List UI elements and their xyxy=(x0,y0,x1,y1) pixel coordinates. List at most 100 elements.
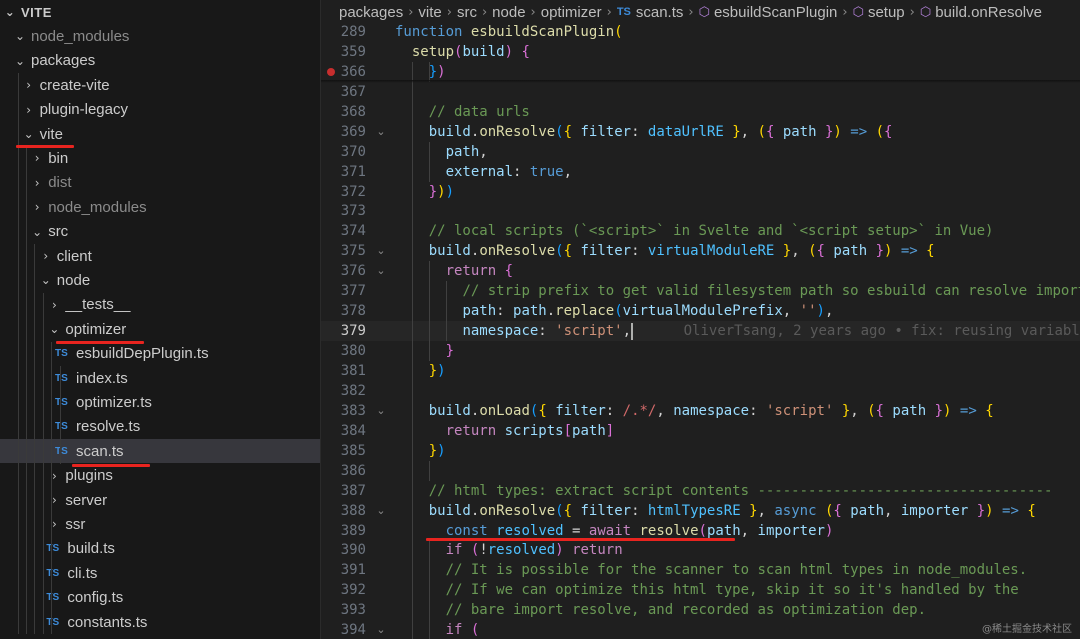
folder-item[interactable]: › ssr xyxy=(0,512,320,536)
code-line[interactable]: 289 function esbuildScanPlugin( xyxy=(321,22,1080,42)
chevron-right-icon: › xyxy=(34,151,40,166)
code-line[interactable]: 390 if (!resolved) return xyxy=(321,540,1080,560)
code-line[interactable]: 377 // strip prefix to get valid filesys… xyxy=(321,281,1080,301)
code-token: . xyxy=(546,303,556,320)
code-token: : xyxy=(631,502,648,519)
folder-item[interactable]: › plugin-legacy xyxy=(0,98,320,122)
chevron-down-icon: ⌄ xyxy=(14,29,26,44)
code-line[interactable]: 381 }) xyxy=(321,361,1080,381)
folder-item[interactable]: › __tests__ xyxy=(0,293,320,317)
folder-item[interactable]: › server xyxy=(0,488,320,512)
code-token: , xyxy=(791,243,809,260)
breadcrumb-symbol[interactable]: setup xyxy=(868,4,905,21)
code-line[interactable]: 373 xyxy=(321,201,1080,221)
file-item[interactable]: TS config.ts xyxy=(0,586,320,610)
folder-item[interactable]: ⌄ optimizer xyxy=(0,317,320,341)
fold-chevron-icon[interactable]: ⌄ xyxy=(374,620,388,639)
code-token: } xyxy=(841,402,851,419)
code-line[interactable]: 378 path: path.replace(virtualModulePref… xyxy=(321,301,1080,321)
file-item[interactable]: TS resolve.ts xyxy=(0,415,320,439)
fold-chevron-icon[interactable]: ⌄ xyxy=(374,501,388,521)
code-line[interactable]: 385 }) xyxy=(321,441,1080,461)
chevron-down-icon: ⌄ xyxy=(23,127,34,141)
code-line[interactable]: 382 xyxy=(321,381,1080,401)
code-token: path xyxy=(833,243,868,260)
fold-chevron-icon[interactable]: ⌄ xyxy=(374,122,388,142)
code-line[interactable]: 368 // data urls xyxy=(321,102,1080,122)
code-line[interactable]: 386 xyxy=(321,461,1080,481)
code-line[interactable]: 367 xyxy=(321,82,1080,102)
breadcrumb-symbol[interactable]: build.onResolve xyxy=(935,4,1042,21)
line-number: 388 xyxy=(340,502,366,519)
code-token: ) xyxy=(504,43,514,60)
code-line[interactable]: 366 }) xyxy=(321,62,1080,82)
breadcrumb-item[interactable]: node xyxy=(492,4,525,21)
code-line[interactable]: 379 namespace: 'script', OliverTsang, 2 … xyxy=(321,321,1080,342)
code-line[interactable]: 380 } xyxy=(321,341,1080,361)
fold-chevron-icon[interactable]: ⌄ xyxy=(374,261,388,281)
explorer-root[interactable]: ⌄ VITE xyxy=(0,0,320,24)
folder-item[interactable]: ⌄ src xyxy=(0,220,320,244)
folder-item[interactable]: ⌄ node xyxy=(0,268,320,292)
code-token: resolved xyxy=(496,522,564,539)
code-line[interactable]: 369 ⌄ build.onResolve({ filter: dataUrlRE… xyxy=(321,122,1080,142)
breadcrumb-symbol[interactable]: esbuildScanPlugin xyxy=(714,4,837,21)
code-token: filter xyxy=(580,243,632,260)
file-item[interactable]: TS scan.ts xyxy=(0,439,320,464)
code-line[interactable]: 383 ⌄ build.onLoad({ filter: /.*/, namesp… xyxy=(321,401,1080,421)
breadcrumb-item[interactable]: optimizer xyxy=(541,4,602,21)
file-item[interactable]: TS index.ts xyxy=(0,366,320,390)
code-line[interactable]: 388 ⌄ build.onResolve({ filter: htmlTypes… xyxy=(321,501,1080,521)
code-line[interactable]: 391 // It is possible for the scanner to… xyxy=(321,560,1080,580)
file-item[interactable]: TS build.ts xyxy=(0,537,320,561)
code-line[interactable]: 384 return scripts[path] xyxy=(321,421,1080,441)
code-token: } xyxy=(428,442,438,459)
folder-item[interactable]: › create-vite xyxy=(0,73,320,97)
code-token: , xyxy=(656,402,674,419)
code-token: ) xyxy=(437,63,446,80)
folder-item[interactable]: › client xyxy=(0,244,320,268)
chevron-right-icon: › xyxy=(51,517,57,532)
file-item[interactable]: TS cli.ts xyxy=(0,561,320,585)
typescript-file-icon: TS xyxy=(55,445,68,457)
folder-item[interactable]: › plugins xyxy=(0,464,320,488)
breadcrumb-item[interactable]: packages xyxy=(339,4,403,21)
code-token: , xyxy=(479,143,488,160)
folder-item[interactable]: ⌄ packages xyxy=(0,49,320,73)
code-text: // strip prefix to get valid filesystem … xyxy=(395,281,1080,301)
line-number: 387 xyxy=(340,482,366,499)
folder-item[interactable]: ⌄ node_modules xyxy=(0,24,320,48)
file-tree-label: resolve.ts xyxy=(76,418,141,436)
folder-item[interactable]: › dist xyxy=(0,171,320,195)
code-editor[interactable]: packages › vite › src › node › optimizer › TS scan.… xyxy=(321,0,1080,639)
file-item[interactable]: TS esbuildDepPlugin.ts xyxy=(0,342,320,366)
breadcrumb-file[interactable]: scan.ts xyxy=(636,4,684,21)
code-line[interactable]: 372 })) xyxy=(321,182,1080,202)
folder-item[interactable]: › node_modules xyxy=(0,195,320,219)
code-line[interactable]: 370 path, xyxy=(321,142,1080,162)
code-line[interactable]: 374 // local scripts (`<script>` in Svel… xyxy=(321,221,1080,241)
fold-chevron-icon[interactable]: ⌄ xyxy=(374,241,388,261)
line-number: 377 xyxy=(340,283,366,300)
folder-item[interactable]: › bin xyxy=(0,146,320,170)
file-item[interactable]: TS optimizer.ts xyxy=(0,390,320,414)
indent-guide xyxy=(411,61,413,639)
code-line[interactable]: 387 // html types: extract script conten… xyxy=(321,481,1080,501)
code-token: importer xyxy=(900,502,969,519)
code-line[interactable]: 371 external: true, xyxy=(321,162,1080,182)
breadcrumb-item[interactable]: src xyxy=(457,4,477,21)
breadcrumb-item[interactable]: vite xyxy=(418,4,441,21)
code-line[interactable]: 375 ⌄ build.onResolve({ filter: virtualMo… xyxy=(321,241,1080,261)
file-item[interactable]: TS constants.ts xyxy=(0,610,320,634)
chevron-right-icon: › xyxy=(43,249,49,263)
code-line[interactable]: 394 ⌄ if ( xyxy=(321,620,1080,639)
code-line[interactable]: 376 ⌄ return { xyxy=(321,261,1080,281)
folder-item[interactable]: ⌄ vite xyxy=(0,122,320,146)
code-line[interactable]: 392 // If we can optimize this html type… xyxy=(321,580,1080,600)
fold-chevron-icon[interactable]: ⌄ xyxy=(374,401,388,421)
code-line[interactable]: 393 // bare import resolve, and recorded… xyxy=(321,600,1080,620)
code-line[interactable]: 359 setup(build) { xyxy=(321,41,1080,62)
code-text: build.onResolve({ filter: virtualModuleR… xyxy=(395,241,935,261)
code-token: ) xyxy=(437,183,446,200)
chevron-down-icon: ⌄ xyxy=(14,53,26,68)
